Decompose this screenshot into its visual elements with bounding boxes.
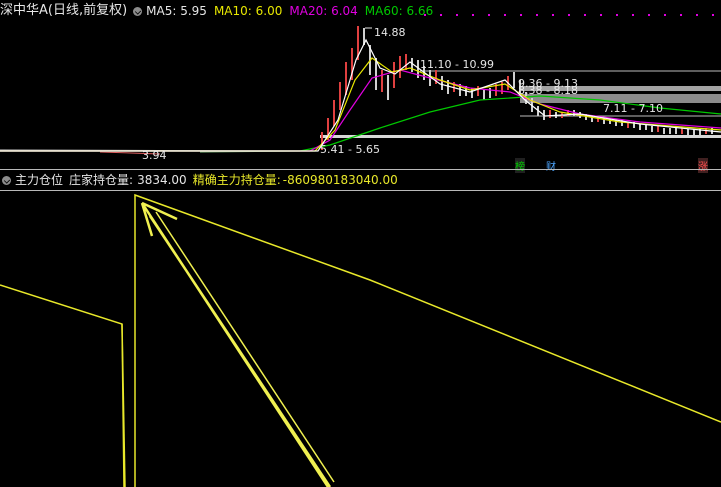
band2b-annotation: 8.38 - 8.18 — [518, 84, 578, 97]
low-band-annotation: 5.41 - 5.65 — [320, 143, 380, 156]
price-chart[interactable]: 14.88 11.10 - 10.99 9.36 - 9.13 8.38 - 8… — [0, 0, 721, 170]
holding-line — [0, 193, 721, 487]
band3-annotation: 7.11 - 7.10 — [603, 102, 663, 115]
marker-zhang[interactable]: 涨 — [698, 158, 708, 173]
indicator-title[interactable]: 主力仓位 — [15, 171, 63, 189]
high-annotation: 14.88 — [374, 26, 406, 39]
holding-label: 庄家持仓量: — [69, 173, 134, 187]
holding-value: 3834.00 — [137, 173, 187, 187]
precise-label: 精确主力持仓量: — [192, 173, 281, 187]
precise-value: -860980183040.00 — [282, 173, 398, 187]
annotation-arrow — [140, 201, 335, 487]
low-annotation: 3.94 — [142, 149, 167, 162]
band1-annotation: 11.10 - 10.99 — [420, 58, 494, 71]
marker-cai[interactable]: 财 — [546, 158, 556, 173]
indicator-settings-icon[interactable] — [2, 175, 11, 185]
indicator-header: 主力仓位 庄家持仓量: 3834.00 精确主力持仓量: -8609801830… — [0, 171, 398, 189]
panel-divider-bottom — [0, 190, 721, 191]
signal-dots — [424, 14, 714, 16]
holding-spike — [121, 323, 126, 487]
panel-divider-top — [0, 169, 721, 170]
marker-bang[interactable]: 榜 — [515, 158, 525, 173]
